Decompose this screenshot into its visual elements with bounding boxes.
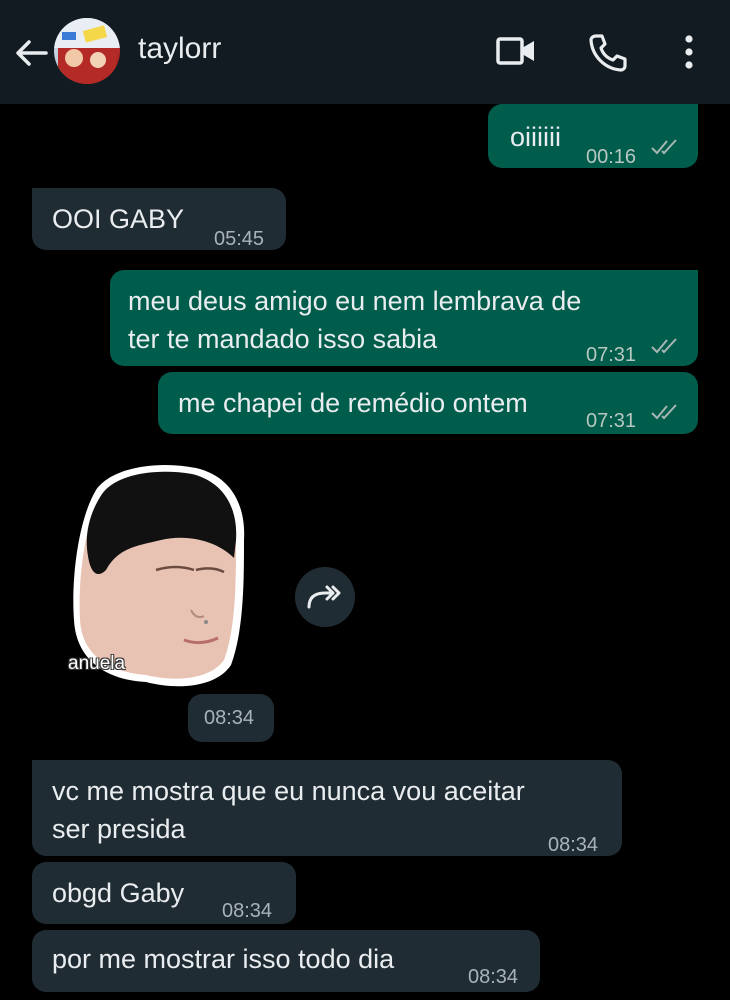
message-time: 00:16 <box>586 146 637 168</box>
message-text: me chapei de remédio ontem <box>178 388 528 418</box>
forward-icon <box>307 585 341 609</box>
avatar[interactable] <box>54 18 120 84</box>
message-time: 08:34 <box>468 966 519 988</box>
read-ticks-icon <box>651 404 677 420</box>
message-bubble-outgoing[interactable]: oiiiiii 00:16 <box>488 104 698 168</box>
message-text: obgd Gaby <box>52 878 185 908</box>
sticker-time-badge: 08:34 <box>188 694 274 742</box>
message-text: vc me mostra que eu nunca vou aceitar se… <box>52 776 525 844</box>
message-time: 08:34 <box>548 834 599 856</box>
video-camera-icon[interactable] <box>494 30 538 74</box>
sticker-label: anuela <box>68 653 126 674</box>
message-text: OOI GABY <box>52 204 185 234</box>
contact-name[interactable]: taylorr <box>138 32 221 66</box>
read-ticks-icon <box>651 139 677 155</box>
forward-button[interactable] <box>295 567 355 627</box>
message-bubble-incoming[interactable]: obgd Gaby 08:34 <box>32 862 296 924</box>
message-bubble-outgoing[interactable]: me chapei de remédio ontem 07:31 <box>158 372 698 434</box>
arrow-left-icon[interactable] <box>12 34 50 72</box>
phone-icon[interactable] <box>586 30 630 74</box>
read-ticks-icon <box>651 338 677 354</box>
message-bubble-incoming[interactable]: vc me mostra que eu nunca vou aceitar se… <box>32 760 622 856</box>
message-bubble-incoming[interactable]: por me mostrar isso todo dia 08:34 <box>32 930 540 992</box>
message-time: 07:31 <box>586 344 637 366</box>
message-text: por me mostrar isso todo dia <box>52 944 395 974</box>
more-vertical-icon[interactable] <box>670 30 714 74</box>
message-time: 08:34 <box>204 707 255 729</box>
chat-header: taylorr <box>0 0 730 104</box>
message-text: oiiiiii <box>510 122 562 152</box>
message-time: 07:31 <box>586 410 637 432</box>
message-bubble-incoming[interactable]: OOI GABY 05:45 <box>32 188 286 250</box>
message-bubble-outgoing[interactable]: meu deus amigo eu nem lembrava de ter te… <box>110 270 698 366</box>
message-time: 08:34 <box>222 900 273 922</box>
message-time: 05:45 <box>214 228 265 250</box>
message-text: meu deus amigo eu nem lembrava de ter te… <box>128 286 582 354</box>
